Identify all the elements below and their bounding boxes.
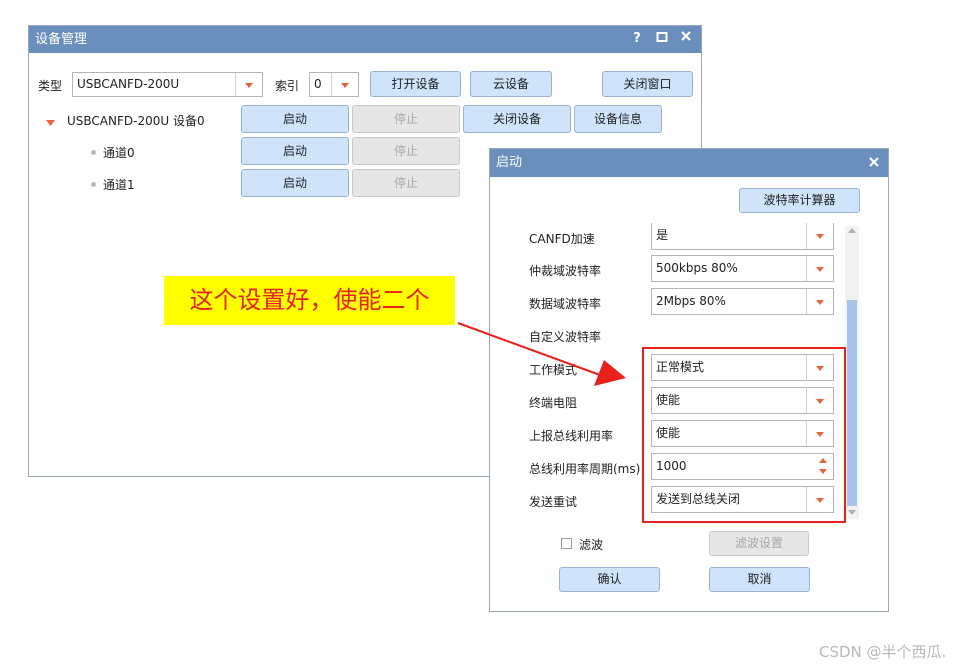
tree-bullet-icon	[91, 150, 96, 155]
chevron-down-icon[interactable]	[806, 289, 833, 314]
watermark: CSDN @半个西瓜.	[819, 643, 947, 661]
device-manager-titlebar: 设备管理 ?	[29, 26, 701, 53]
canfd-accel-label: CANFD加速	[529, 232, 595, 246]
highlight-box	[642, 347, 846, 523]
expand-arrow-icon[interactable]	[46, 116, 55, 130]
arbitration-baud-select[interactable]: 500kbps 80%	[651, 255, 834, 282]
data-baud-label: 数据域波特率	[529, 297, 602, 311]
scroll-up-icon[interactable]	[848, 228, 856, 233]
start-dialog-titlebar: 启动	[490, 149, 888, 177]
report-bus-usage-label: 上报总线利用率	[529, 429, 614, 443]
chevron-down-icon[interactable]	[331, 73, 358, 96]
filter-settings-button: 滤波设置	[709, 531, 809, 556]
dialog-title: 启动	[496, 155, 523, 170]
close-device-button[interactable]: 关闭设备	[463, 105, 571, 133]
bus-usage-period-label: 总线利用率周期(ms)	[529, 462, 641, 476]
type-select[interactable]: USBCANFD-200U	[72, 72, 263, 97]
index-select[interactable]: 0	[309, 72, 359, 97]
confirm-button[interactable]: 确认	[559, 567, 660, 592]
cloud-device-button[interactable]: 云设备	[470, 71, 552, 97]
filter-checkbox[interactable]	[561, 538, 572, 549]
type-label: 类型	[38, 79, 63, 93]
chevron-down-icon[interactable]	[235, 73, 262, 96]
work-mode-label: 工作模式	[529, 363, 578, 377]
window-title: 设备管理	[35, 32, 88, 47]
canfd-accel-select[interactable]: 是	[651, 223, 834, 250]
stop-button: 停止	[352, 105, 460, 133]
channel-1-label[interactable]: 通道1	[103, 176, 135, 193]
close-icon[interactable]	[678, 30, 694, 46]
chevron-down-icon[interactable]	[806, 223, 833, 249]
index-label: 索引	[275, 79, 300, 93]
channel-1-stop-button: 停止	[352, 169, 460, 197]
help-icon[interactable]: ?	[629, 31, 645, 46]
start-button[interactable]: 启动	[241, 105, 349, 133]
custom-baud-label: 自定义波特率	[529, 330, 602, 344]
channel-0-stop-button: 停止	[352, 137, 460, 165]
data-baud-select[interactable]: 2Mbps 80%	[651, 288, 834, 315]
device-node-label[interactable]: USBCANFD-200U 设备0	[67, 112, 205, 129]
cancel-button[interactable]: 取消	[709, 567, 810, 592]
termination-resistor-label: 终端电阻	[529, 396, 578, 410]
annotation-note: 这个设置好，使能二个	[164, 276, 455, 325]
close-window-button[interactable]: 关闭窗口	[602, 71, 693, 97]
device-info-button[interactable]: 设备信息	[574, 105, 662, 133]
close-icon[interactable]	[866, 156, 882, 172]
arbitration-baud-label: 仲裁域波特率	[529, 264, 602, 278]
channel-1-start-button[interactable]: 启动	[241, 169, 349, 197]
scrollbar[interactable]	[845, 226, 859, 519]
scrollbar-thumb[interactable]	[847, 300, 857, 506]
chevron-down-icon[interactable]	[806, 256, 833, 281]
channel-0-start-button[interactable]: 启动	[241, 137, 349, 165]
scroll-down-icon[interactable]	[848, 510, 856, 515]
maximize-icon[interactable]	[654, 31, 670, 47]
open-device-button[interactable]: 打开设备	[370, 71, 461, 97]
filter-label: 滤波	[579, 538, 604, 552]
tree-bullet-icon	[91, 182, 96, 187]
baud-calculator-button[interactable]: 波特率计算器	[739, 188, 860, 213]
send-retry-label: 发送重试	[529, 495, 578, 509]
channel-0-label[interactable]: 通道0	[103, 144, 135, 161]
